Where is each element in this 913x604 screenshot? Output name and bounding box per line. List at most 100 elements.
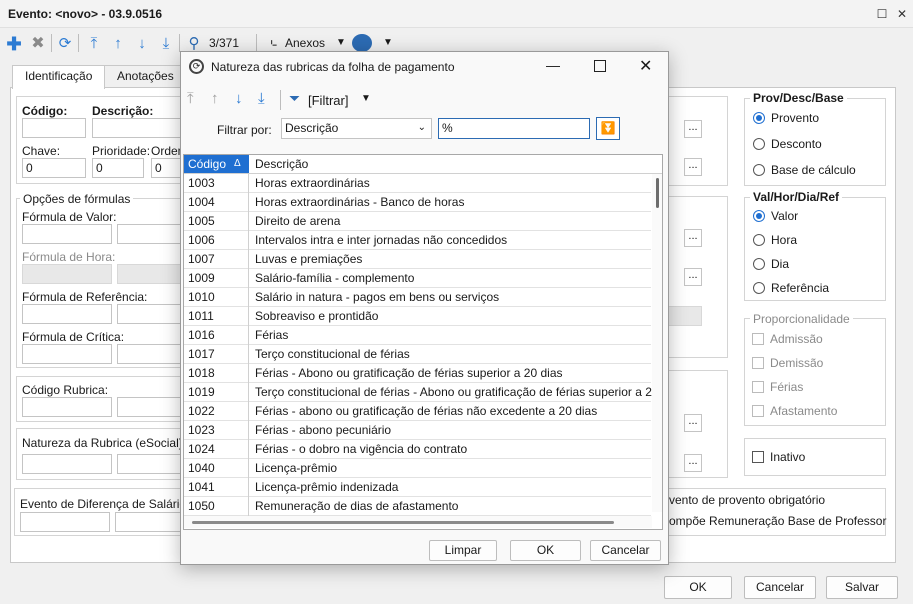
lookup-button[interactable]: ... (684, 414, 702, 432)
radio-label: Base de cálculo (771, 163, 856, 177)
formula-valor-input[interactable] (22, 224, 112, 244)
codigo-rubrica-input[interactable] (22, 397, 112, 417)
tab-identificacao[interactable]: Identificação (12, 65, 106, 89)
table-row[interactable]: 1040 Licença-prêmio (184, 459, 651, 478)
last-record-icon[interactable]: ⤓ (258, 90, 265, 107)
cell-code: 1007 (184, 250, 249, 269)
close-icon[interactable]: ✕ (639, 56, 652, 76)
column-header-desc[interactable]: Descrição (250, 155, 308, 173)
filter-dropdown-icon[interactable]: ▼ (361, 93, 371, 104)
formula-hora-label: Fórmula de Hora: (22, 250, 116, 264)
cell-code: 1006 (184, 231, 249, 250)
lookup-button[interactable]: ... (684, 268, 702, 286)
lookup-button[interactable]: ... (684, 229, 702, 247)
radio-button[interactable] (753, 112, 765, 124)
table-row[interactable]: 1018 Férias - Abono ou gratificação de fé… (184, 364, 651, 383)
next-record-icon[interactable]: ↓ (132, 34, 152, 54)
radio-button[interactable] (753, 258, 765, 270)
table-row[interactable]: 1022 Férias - abono ou gratificação de fé… (184, 402, 651, 421)
horizontal-scrollbar[interactable] (184, 516, 652, 528)
scrollbar-thumb[interactable] (656, 178, 659, 208)
table-row[interactable]: 1009 Salário-família - complemento (184, 269, 651, 288)
lookup-button[interactable]: ... (684, 454, 702, 472)
radio-button[interactable] (753, 164, 765, 176)
cell-description: Direito de arena (255, 214, 341, 228)
lookup-button[interactable]: ... (684, 158, 702, 176)
vertical-scrollbar[interactable] (652, 174, 662, 512)
table-row[interactable]: 1010 Salário in natura - pagos em bens ou… (184, 288, 651, 307)
add-icon[interactable]: ✚ (4, 34, 24, 54)
actions-dropdown-icon[interactable]: ▼ (383, 37, 393, 48)
chevron-down-icon: ⌄ (417, 122, 426, 133)
radio-button[interactable] (753, 138, 765, 150)
filter-field-select[interactable]: Descrição ⌄ (281, 118, 432, 139)
scrollbar-thumb[interactable] (192, 521, 614, 524)
table-row[interactable]: 1050 Remuneração de dias de afastamento (184, 497, 651, 516)
prioridade-input[interactable]: 0 (92, 158, 144, 178)
save-button[interactable]: Salvar (826, 576, 898, 599)
attachments-dropdown-icon[interactable]: ▼ (336, 37, 346, 48)
radio-label: Provento (771, 111, 820, 125)
apply-filter-icon[interactable]: ⏬ (596, 117, 620, 140)
dialog-cancel-button[interactable]: Cancelar (590, 540, 661, 561)
maximize-icon[interactable]: ☐ (874, 6, 890, 22)
maximize-icon[interactable] (594, 60, 606, 72)
proporcionalidade-label: Afastamento (770, 404, 838, 418)
table-row[interactable]: 1017 Terço constitucional de férias (184, 345, 651, 364)
table-row[interactable]: 1024 Férias - o dobro na vigência do cont… (184, 440, 651, 459)
filter-button[interactable]: [Filtrar] (308, 93, 348, 108)
minimize-icon[interactable]: — (546, 57, 560, 73)
cell-code: 1009 (184, 269, 249, 288)
natureza-input[interactable] (22, 454, 112, 474)
delete-icon[interactable]: ✖ (28, 34, 48, 54)
formula-referencia-input[interactable] (22, 304, 112, 324)
table-row[interactable]: 1019 Terço constitucional de férias - Abo… (184, 383, 662, 402)
proporcionalidade-label: Demissão (770, 356, 824, 370)
table-row[interactable]: 1005 Direito de arena (184, 212, 651, 231)
cell-description: Intervalos intra e inter jornadas não co… (255, 233, 508, 247)
evento-diferenca-input[interactable] (20, 512, 110, 532)
first-record-icon[interactable]: ⤒ (84, 34, 104, 54)
close-icon[interactable]: ✕ (894, 6, 910, 22)
filter-icon[interactable]: ⏷ (289, 90, 300, 107)
table-row[interactable]: 1016 Férias (184, 326, 651, 345)
cell-description: Horas extraordinárias (255, 176, 370, 190)
dialog-title: Natureza das rubricas da folha de pagame… (211, 60, 455, 74)
cell-code: 1041 (184, 478, 249, 497)
tab-anotacoes[interactable]: Anotações (104, 65, 187, 88)
next-record-icon[interactable]: ↓ (235, 90, 243, 107)
dialog-ok-button[interactable]: OK (510, 540, 581, 561)
cell-code: 1019 (184, 383, 249, 402)
table-row[interactable]: 1023 Férias - abono pecuniário (184, 421, 651, 440)
cell-description: Férias - o dobro na vigência do contrato (255, 442, 468, 456)
actions-icon[interactable] (352, 34, 372, 52)
table-row[interactable]: 1041 Licença-prêmio indenizada (184, 478, 651, 497)
filter-value-input[interactable]: % (438, 118, 590, 139)
radio-button[interactable] (753, 282, 765, 294)
table-row[interactable]: 1004 Horas extraordinárias - Banco de hor… (184, 193, 651, 212)
codigo-label: Código: (22, 104, 68, 118)
previous-record-icon[interactable]: ↑ (108, 34, 128, 54)
table-row[interactable]: 1011 Sobreaviso e prontidão (184, 307, 651, 326)
table-row[interactable]: 1007 Luvas e premiações (184, 250, 651, 269)
record-counter: 3/371 (209, 36, 240, 50)
descricao-input[interactable] (92, 118, 192, 138)
inativo-checkbox[interactable] (752, 451, 764, 463)
radio-button[interactable] (753, 234, 765, 246)
lookup-button[interactable]: ... (684, 120, 702, 138)
refresh-icon[interactable]: ⟳ (55, 34, 75, 54)
ok-button[interactable]: OK (664, 576, 732, 599)
column-header-code[interactable]: Código Δ (184, 155, 249, 173)
clear-button[interactable]: Limpar (429, 540, 497, 561)
cancel-button[interactable]: Cancelar (744, 576, 816, 599)
dialog-titlebar: ⟳ Natureza das rubricas da folha de paga… (181, 52, 668, 82)
radio-button[interactable] (753, 210, 765, 222)
last-record-icon[interactable]: ⤓ (156, 34, 176, 54)
codigo-input[interactable] (22, 118, 86, 138)
table-row[interactable]: 1003 Horas extraordinárias (184, 174, 651, 193)
attachments-button[interactable]: Anexos (285, 36, 325, 50)
table-row[interactable]: 1006 Intervalos intra e inter jornadas nã… (184, 231, 651, 250)
chave-input[interactable]: 0 (22, 158, 86, 178)
codigo-rubrica-label: Código Rubrica: (22, 383, 109, 397)
formula-critica-input[interactable] (22, 344, 112, 364)
